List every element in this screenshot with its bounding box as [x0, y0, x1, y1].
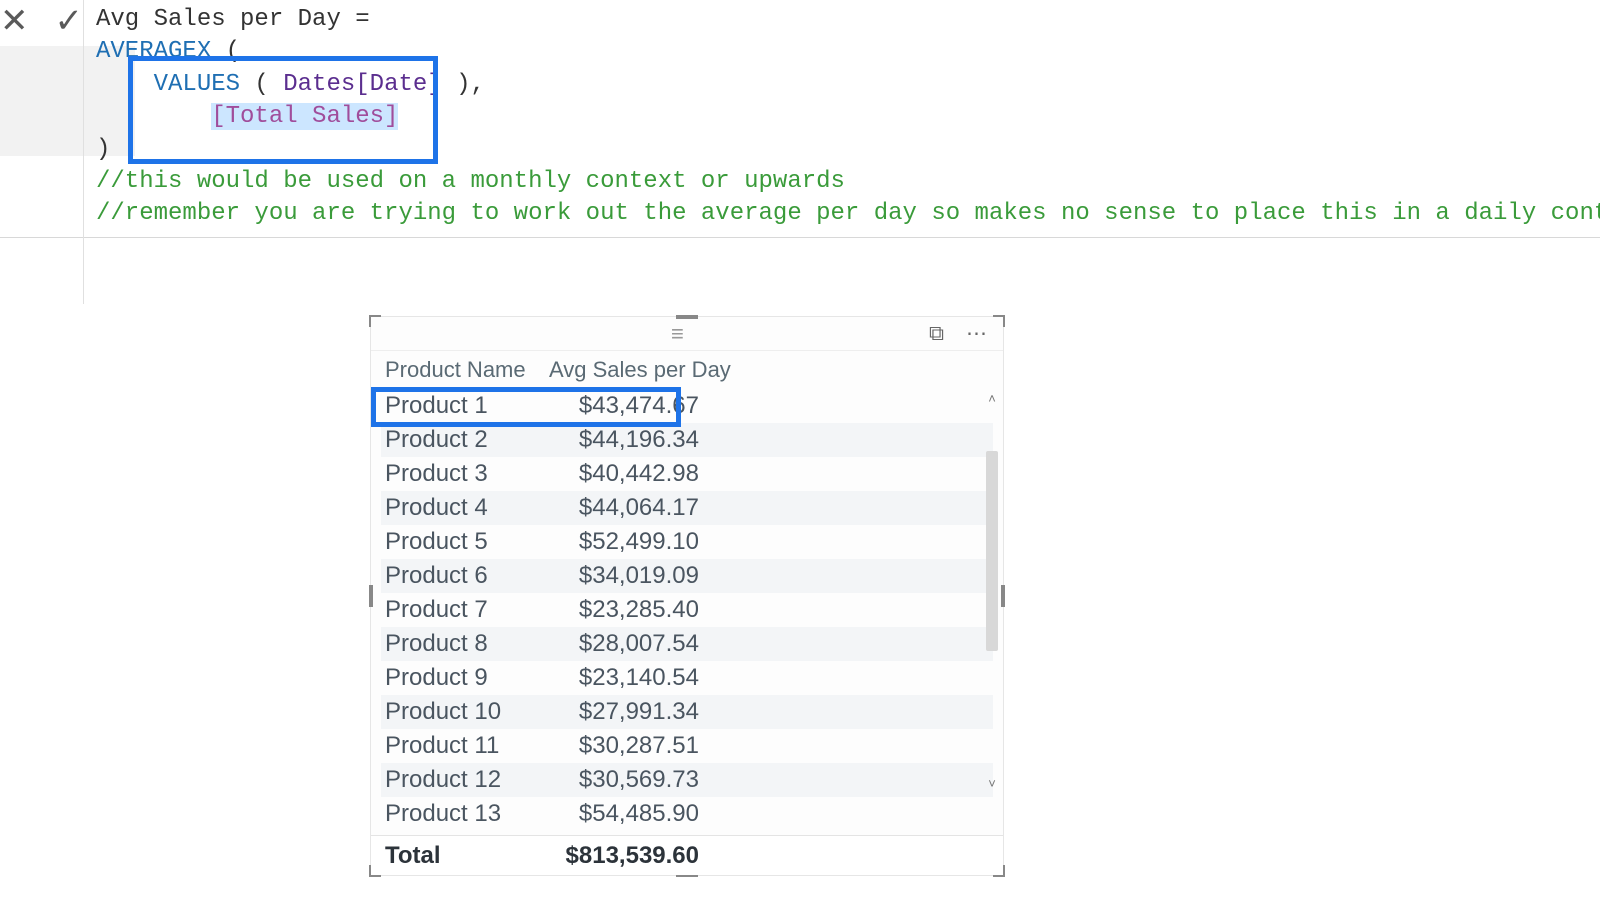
scroll-thumb[interactable] — [986, 451, 998, 651]
table-row[interactable]: Product 12 $30,569.73 — [381, 763, 993, 797]
cell-product: Product 11 — [385, 732, 535, 760]
table-row[interactable]: Product 7 $23,285.40 — [381, 593, 993, 627]
cell-value: $40,442.98 — [549, 460, 699, 488]
visual-header: ≡ ⧉ ⋯ — [371, 317, 1003, 351]
cell-product: Product 4 — [385, 494, 535, 522]
cell-value: $44,064.17 — [549, 494, 699, 522]
table-row[interactable]: Product 3 $40,442.98 — [381, 457, 993, 491]
total-row: Total $813,539.60 — [371, 835, 1003, 875]
table-row[interactable]: Product 8 $28,007.54 — [381, 627, 993, 661]
cell-product: Product 1 — [385, 392, 535, 420]
table-row[interactable]: Product 9 $23,140.54 — [381, 661, 993, 695]
scroll-up-icon[interactable]: ˄ — [988, 391, 996, 406]
cell-product: Product 10 — [385, 698, 535, 726]
func-averagex: AVERAGEX — [96, 38, 211, 65]
cell-value: $30,287.51 — [549, 732, 699, 760]
cell-value: $34,019.09 — [549, 562, 699, 590]
more-options-icon[interactable]: ⋯ — [966, 321, 987, 346]
scrollbar[interactable]: ˄ ˅ — [983, 391, 1001, 791]
cell-product: Product 3 — [385, 460, 535, 488]
total-label: Total — [385, 842, 535, 870]
table-header-row: Product Name Avg Sales per Day — [381, 357, 993, 389]
cell-value: $54,485.90 — [549, 800, 699, 828]
scroll-down-icon[interactable]: ˅ — [988, 776, 996, 791]
table-row[interactable]: Product 6 $34,019.09 — [381, 559, 993, 593]
paren: ), — [442, 71, 485, 98]
comment-line: //this would be used on a monthly contex… — [96, 168, 845, 195]
table-rows: Product 1$43,474.67Product 2$44,196.34Pr… — [381, 389, 993, 831]
measure-name: Avg Sales per Day = — [96, 6, 370, 33]
drag-handle-icon[interactable]: ≡ — [671, 321, 703, 325]
comment-line: //remember you are trying to work out th… — [96, 200, 1600, 227]
cell-value: $23,285.40 — [549, 596, 699, 624]
focus-mode-icon[interactable]: ⧉ — [929, 322, 944, 346]
cell-value: $30,569.73 — [549, 766, 699, 794]
table-row[interactable]: Product 5 $52,499.10 — [381, 525, 993, 559]
cell-value: $23,140.54 — [549, 664, 699, 692]
table-visual[interactable]: ≡ ⧉ ⋯ Product Name Avg Sales per Day Pro… — [370, 316, 1004, 876]
paren: ( — [240, 71, 283, 98]
table-body: Product Name Avg Sales per Day Product 1… — [371, 351, 1003, 835]
table-row[interactable]: Product 1 $43,474.67 — [381, 389, 993, 423]
commit-icon[interactable]: ✓ — [55, 4, 84, 38]
cell-product: Product 8 — [385, 630, 535, 658]
paren: ( — [211, 38, 240, 65]
cell-product: Product 9 — [385, 664, 535, 692]
column-ref: Dates[Date] — [283, 71, 441, 98]
formula-editor[interactable]: Avg Sales per Day = AVERAGEX ( VALUES ( … — [83, 0, 1600, 304]
cell-value: $52,499.10 — [549, 528, 699, 556]
table-row[interactable]: Product 4 $44,064.17 — [381, 491, 993, 525]
table-row[interactable]: Product 10 $27,991.34 — [381, 695, 993, 729]
total-value: $813,539.60 — [549, 842, 699, 870]
cell-product: Product 2 — [385, 426, 535, 454]
func-values: VALUES — [154, 71, 240, 98]
col-header-avg[interactable]: Avg Sales per Day — [549, 357, 739, 383]
measure-ref: [Total Sales] — [211, 103, 398, 130]
cell-product: Product 6 — [385, 562, 535, 590]
formula-bar: ✕ ✓ Avg Sales per Day = AVERAGEX ( VALUE… — [0, 0, 1600, 238]
cell-value: $27,991.34 — [549, 698, 699, 726]
table-row[interactable]: Product 13 $54,485.90 — [381, 797, 993, 831]
cancel-icon[interactable]: ✕ — [0, 4, 29, 38]
formula-controls: ✕ ✓ — [0, 0, 83, 38]
cell-value: $44,196.34 — [549, 426, 699, 454]
cell-product: Product 5 — [385, 528, 535, 556]
cell-product: Product 7 — [385, 596, 535, 624]
paren: ) — [96, 136, 110, 163]
cell-value: $28,007.54 — [549, 630, 699, 658]
cell-product: Product 13 — [385, 800, 535, 828]
col-header-product[interactable]: Product Name — [385, 357, 535, 383]
cell-value: $43,474.67 — [549, 392, 699, 420]
cell-product: Product 12 — [385, 766, 535, 794]
table-row[interactable]: Product 11 $30,287.51 — [381, 729, 993, 763]
table-row[interactable]: Product 2 $44,196.34 — [381, 423, 993, 457]
